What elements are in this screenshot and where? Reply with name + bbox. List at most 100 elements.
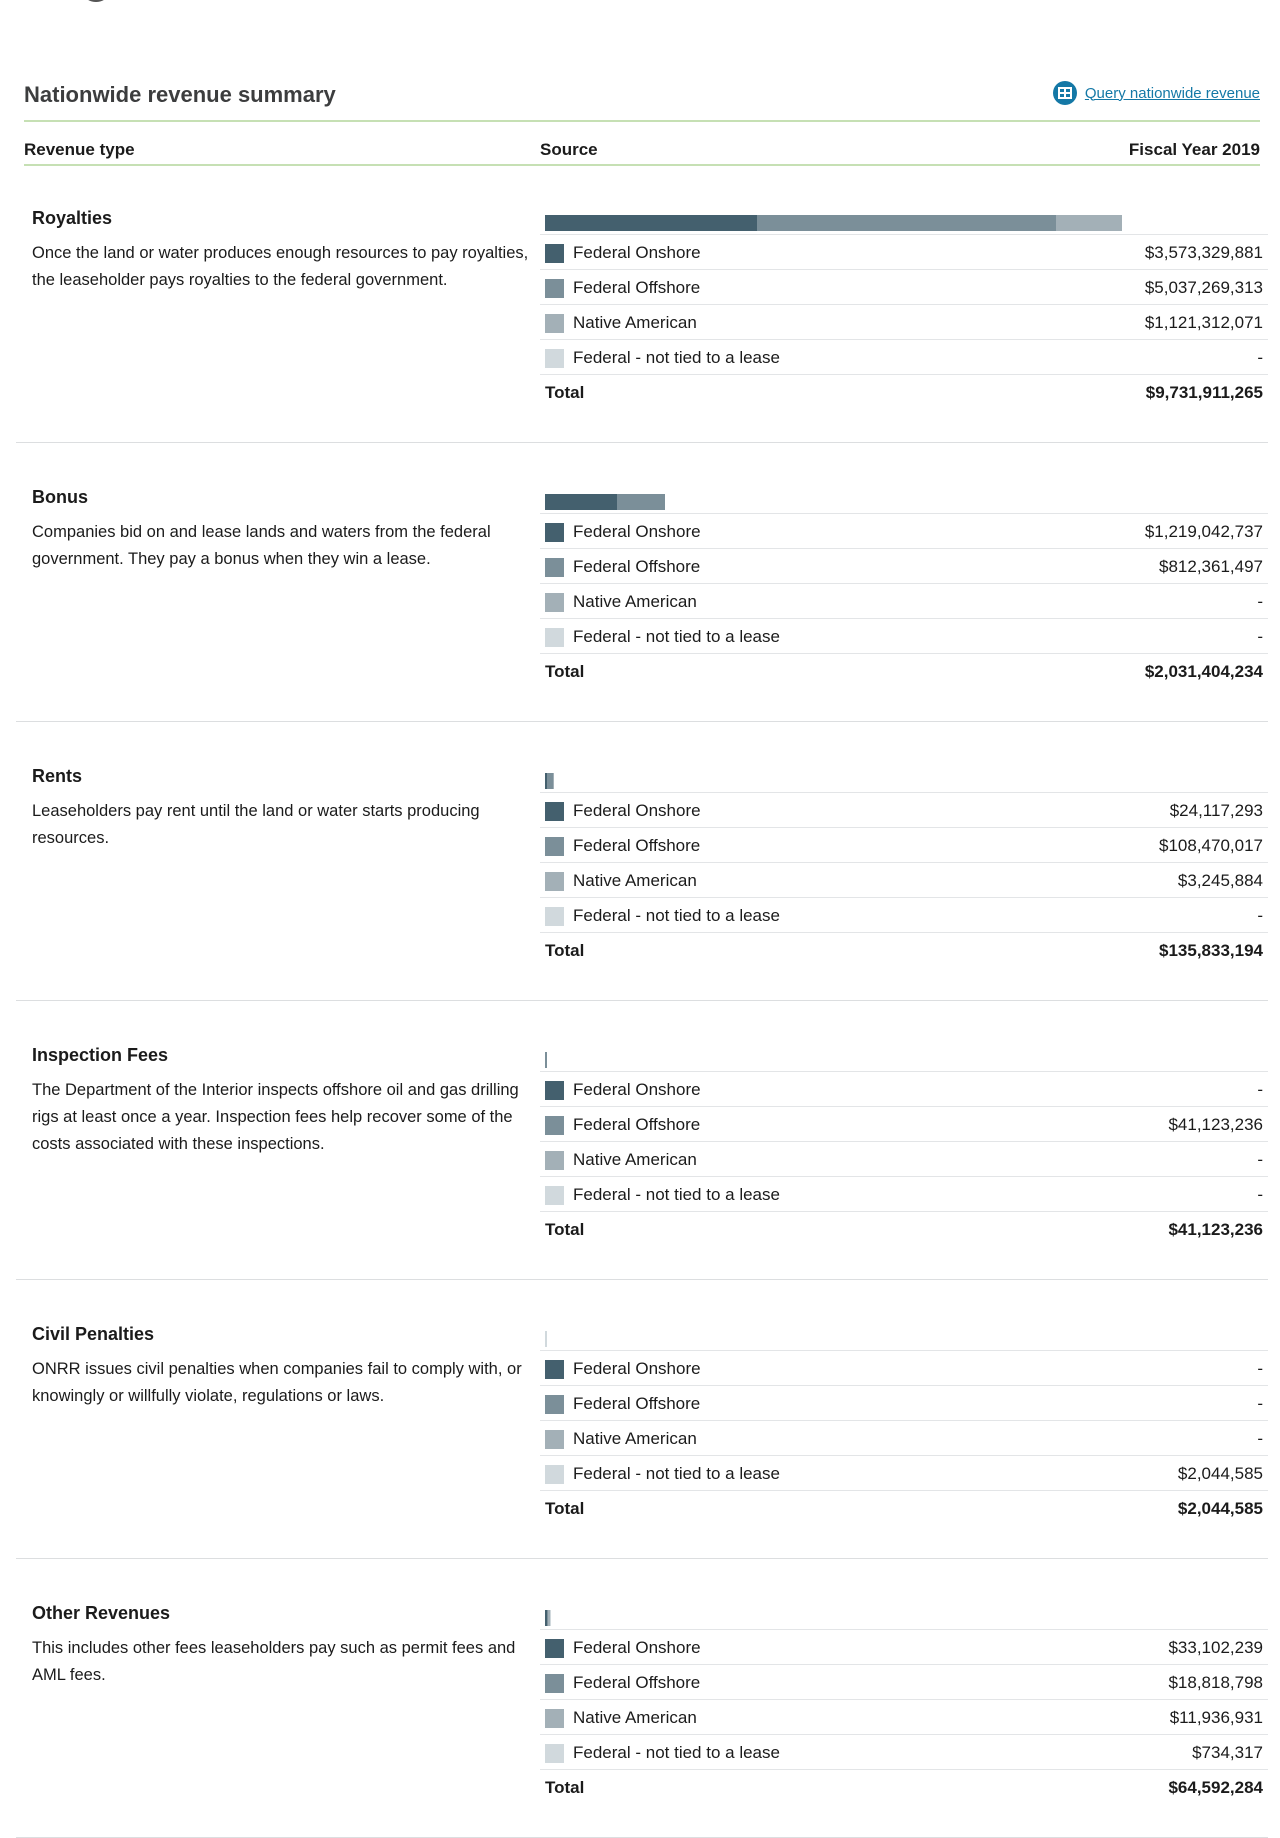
legend-swatch-federal-onshore bbox=[545, 802, 564, 821]
revenue-section: Inspection Fees The Department of the Int… bbox=[16, 1001, 1268, 1280]
source-label: Native American bbox=[573, 313, 697, 332]
revenue-type-description: Once the land or water produces enough r… bbox=[32, 244, 529, 289]
bar-segment-federal-not-tied[interactable] bbox=[545, 1331, 547, 1347]
bar-segment-federal-not-tied[interactable] bbox=[549, 1610, 552, 1626]
source-value: $24,117,293 bbox=[1169, 801, 1263, 820]
source-value: $3,573,329,881 bbox=[1144, 243, 1263, 262]
site-logo[interactable] bbox=[80, 0, 112, 2]
revenue-section: Civil Penalties ONRR issues civil penalti… bbox=[16, 1280, 1268, 1559]
source-value: - bbox=[1257, 1394, 1263, 1413]
source-value: - bbox=[1257, 348, 1263, 367]
source-table: Federal Onshore $1,219,042,737 Federal Off… bbox=[540, 513, 1268, 688]
legend-swatch-native-american bbox=[545, 1430, 564, 1449]
source-row: Native American $3,245,884 bbox=[540, 862, 1268, 897]
bar-segment-federal-onshore[interactable] bbox=[545, 215, 757, 231]
source-value: $3,245,884 bbox=[1177, 871, 1263, 890]
total-value: $2,031,404,234 bbox=[1144, 662, 1263, 681]
source-row: Federal Offshore $108,470,017 bbox=[540, 827, 1268, 862]
source-label: Federal Offshore bbox=[573, 278, 701, 297]
source-label: Federal Onshore bbox=[573, 1638, 701, 1657]
page-title: Nationwide revenue summary bbox=[24, 82, 336, 107]
total-value: $41,123,236 bbox=[1168, 1220, 1263, 1239]
legend-swatch-federal-not-tied bbox=[545, 907, 564, 926]
column-headers: Revenue type Source Fiscal Year 2019 bbox=[24, 136, 1260, 166]
source-value: $812,361,497 bbox=[1159, 557, 1263, 576]
source-value: - bbox=[1257, 1359, 1263, 1378]
legend-swatch-federal-onshore bbox=[545, 523, 564, 542]
stacked-bar bbox=[545, 1052, 1270, 1068]
total-label: Total bbox=[545, 383, 585, 402]
source-value: - bbox=[1257, 627, 1263, 646]
revenue-section: Bonus Companies bid on and lease lands an… bbox=[16, 443, 1268, 722]
revenue-type-title: Bonus bbox=[32, 487, 88, 507]
legend-swatch-federal-offshore bbox=[545, 1674, 564, 1693]
source-row: Federal Offshore $41,123,236 bbox=[540, 1106, 1268, 1141]
source-value: $11,936,931 bbox=[1169, 1708, 1263, 1727]
source-value: $18,818,798 bbox=[1168, 1673, 1263, 1692]
table-icon bbox=[1052, 81, 1077, 105]
source-row: Federal Offshore $812,361,497 bbox=[540, 548, 1268, 583]
source-label: Federal Offshore bbox=[573, 836, 701, 855]
source-table: Federal Onshore $24,117,293 Federal Offsho… bbox=[540, 792, 1268, 967]
total-row: Total $135,833,194 bbox=[540, 932, 1268, 967]
source-value: - bbox=[1257, 1429, 1263, 1448]
source-row: Federal - not tied to a lease $2,044,585 bbox=[540, 1455, 1268, 1490]
legend-swatch-federal-offshore bbox=[545, 1116, 564, 1135]
source-row: Federal Onshore $33,102,239 bbox=[540, 1629, 1268, 1664]
total-value: $135,833,194 bbox=[1159, 941, 1263, 960]
legend-swatch-federal-onshore bbox=[545, 244, 564, 263]
source-label: Native American bbox=[573, 1429, 697, 1448]
source-row: Federal Offshore $5,037,269,313 bbox=[540, 269, 1268, 304]
legend-swatch-native-american bbox=[545, 593, 564, 612]
bar-segment-federal-onshore[interactable] bbox=[545, 494, 618, 510]
bar-segment-federal-offshore[interactable] bbox=[545, 1052, 548, 1068]
source-row: Federal - not tied to a lease - bbox=[540, 618, 1268, 653]
source-label: Federal - not tied to a lease bbox=[573, 1185, 780, 1204]
source-value: $41,123,236 bbox=[1168, 1115, 1263, 1134]
legend-swatch-native-american bbox=[545, 314, 564, 333]
source-label: Federal Offshore bbox=[573, 557, 701, 576]
query-nationwide-revenue-link[interactable]: Query nationwide revenue bbox=[1052, 81, 1260, 105]
query-link-label: Query nationwide revenue bbox=[1084, 84, 1260, 102]
source-label: Federal - not tied to a lease bbox=[573, 1743, 780, 1762]
source-row: Federal - not tied to a lease - bbox=[540, 339, 1268, 374]
bar-segment-native-american[interactable] bbox=[1055, 215, 1122, 231]
legend-swatch-federal-not-tied bbox=[545, 1744, 564, 1763]
bar-segment-federal-offshore[interactable] bbox=[617, 494, 666, 510]
legend-swatch-native-american bbox=[545, 872, 564, 891]
revenue-type-title: Civil Penalties bbox=[32, 1324, 155, 1344]
source-label: Federal Onshore bbox=[573, 522, 701, 541]
source-row: Native American $11,936,931 bbox=[540, 1699, 1268, 1734]
revenue-type-description: ONRR issues civil penalties when compani… bbox=[32, 1360, 522, 1405]
source-value: $1,121,312,071 bbox=[1144, 313, 1263, 332]
source-label: Federal Onshore bbox=[573, 1080, 701, 1099]
source-label: Federal Onshore bbox=[573, 801, 701, 820]
source-table: Federal Onshore $33,102,239 Federal Offsho… bbox=[540, 1629, 1268, 1804]
bar-segment-federal-offshore[interactable] bbox=[756, 215, 1056, 231]
total-row: Total $41,123,236 bbox=[540, 1211, 1268, 1246]
source-row: Federal Onshore - bbox=[540, 1071, 1268, 1106]
stacked-bar bbox=[545, 773, 1270, 789]
source-value: - bbox=[1257, 1080, 1263, 1099]
source-value: $5,037,269,313 bbox=[1144, 278, 1263, 297]
source-label: Federal - not tied to a lease bbox=[573, 906, 780, 925]
total-label: Total bbox=[545, 1778, 585, 1797]
revenue-type-title: Other Revenues bbox=[32, 1603, 171, 1623]
legend-swatch-federal-not-tied bbox=[545, 1186, 564, 1205]
source-label: Federal - not tied to a lease bbox=[573, 1464, 780, 1483]
source-value: - bbox=[1257, 906, 1263, 925]
revenue-type-description: This includes other fees leaseholders pa… bbox=[32, 1639, 516, 1684]
total-row: Total $2,031,404,234 bbox=[540, 653, 1268, 688]
source-row: Federal Onshore $1,219,042,737 bbox=[540, 513, 1268, 548]
source-row: Federal - not tied to a lease - bbox=[540, 897, 1268, 932]
legend-swatch-federal-offshore bbox=[545, 1395, 564, 1414]
source-row: Native American $1,121,312,071 bbox=[540, 304, 1268, 339]
total-label: Total bbox=[545, 941, 585, 960]
revenue-section: Rents Leaseholders pay rent until the lan… bbox=[16, 722, 1268, 1001]
source-row: Federal - not tied to a lease - bbox=[540, 1176, 1268, 1211]
source-label: Native American bbox=[573, 1708, 697, 1727]
source-label: Federal Offshore bbox=[573, 1673, 701, 1692]
source-label: Federal Offshore bbox=[573, 1394, 701, 1413]
bar-segment-native-american[interactable] bbox=[552, 773, 555, 789]
total-row: Total $9,731,911,265 bbox=[540, 374, 1268, 409]
